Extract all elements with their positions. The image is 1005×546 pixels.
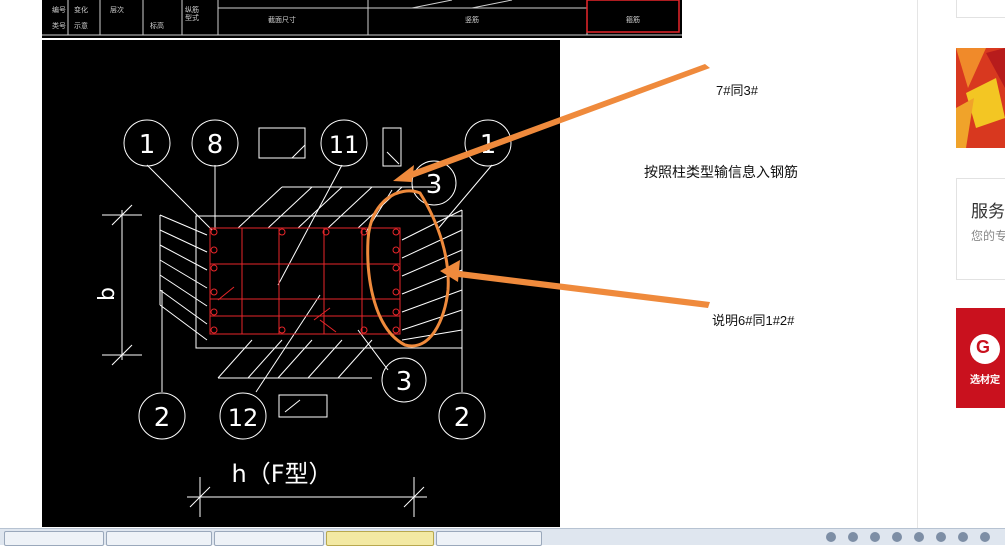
tray-icon-2[interactable] xyxy=(848,532,858,542)
marker-11: 11 xyxy=(329,131,360,159)
column-section-drawing: b h（F型） 1 8 11 1 3 3 2 12 2 xyxy=(42,40,560,527)
header-col-10: 竖筋 xyxy=(465,15,479,24)
sidebar-brand-card[interactable]: G 选材定 xyxy=(956,308,1005,408)
cad-drawing-area: b h（F型） 1 8 11 1 3 3 2 12 2 xyxy=(42,40,560,527)
header-col-9: 截面尺寸 xyxy=(268,15,296,24)
tray-icon-8[interactable] xyxy=(980,532,990,542)
header-col-1: 编号 xyxy=(52,5,66,14)
annotation-note-bottom: 说明6#同1#2# xyxy=(712,313,795,328)
marker-1-left: 1 xyxy=(139,130,156,160)
tray-icon-1[interactable] xyxy=(826,532,836,542)
header-col-7: 纵筋 xyxy=(185,5,199,14)
dimension-h-label: h（F型） xyxy=(231,460,332,488)
header-col-4: 示意 xyxy=(74,21,88,30)
g-logo-letter: G xyxy=(976,337,991,357)
header-col-6: 标高 xyxy=(150,21,164,30)
annotation-note-top: 7#同3# xyxy=(716,83,758,98)
service-description: 您的专家 xyxy=(971,229,1005,243)
tray-icon-5[interactable] xyxy=(914,532,924,542)
header-col-5: 层次 xyxy=(110,5,124,14)
brand-text: 选材定 xyxy=(970,375,1000,386)
taskbar xyxy=(0,528,1005,546)
sidebar-divider xyxy=(917,0,918,528)
cad-table-strip: 编号 类号 变化 示意 层次 标高 纵筋 型式 截面尺寸 竖筋 箍筋 xyxy=(42,0,682,38)
tray-icon-7[interactable] xyxy=(958,532,968,542)
header-col-3: 变化 xyxy=(74,5,88,14)
annotation-note-middle: 按照柱类型输信息入钢筋 xyxy=(644,164,798,180)
cad-table-svg: 编号 类号 变化 示意 层次 标高 纵筋 型式 截面尺寸 竖筋 箍筋 xyxy=(42,0,682,36)
marker-3-bottom: 3 xyxy=(396,367,413,397)
tray-icon-3[interactable] xyxy=(870,532,880,542)
marker-8: 8 xyxy=(207,130,224,160)
header-col-8: 型式 xyxy=(185,13,199,22)
marker-2-right: 2 xyxy=(454,403,471,433)
sidebar-promo-image[interactable] xyxy=(956,48,1005,148)
promo-image xyxy=(956,48,1005,148)
marker-12: 12 xyxy=(228,404,259,432)
sidebar-service-card[interactable]: 服务 您的专家 xyxy=(956,178,1005,280)
tray-icon-4[interactable] xyxy=(892,532,902,542)
header-col-2: 类号 xyxy=(52,21,66,30)
dimension-b-label: b xyxy=(95,287,120,301)
service-title: 服务 xyxy=(971,202,1005,221)
header-col-11: 箍筋 xyxy=(626,15,640,24)
marker-1-right: 1 xyxy=(480,130,497,160)
tray-icon-6[interactable] xyxy=(936,532,946,542)
marker-2-left: 2 xyxy=(154,403,171,433)
sidebar-card-top[interactable] xyxy=(956,0,1005,18)
marker-3-top: 3 xyxy=(426,170,443,200)
